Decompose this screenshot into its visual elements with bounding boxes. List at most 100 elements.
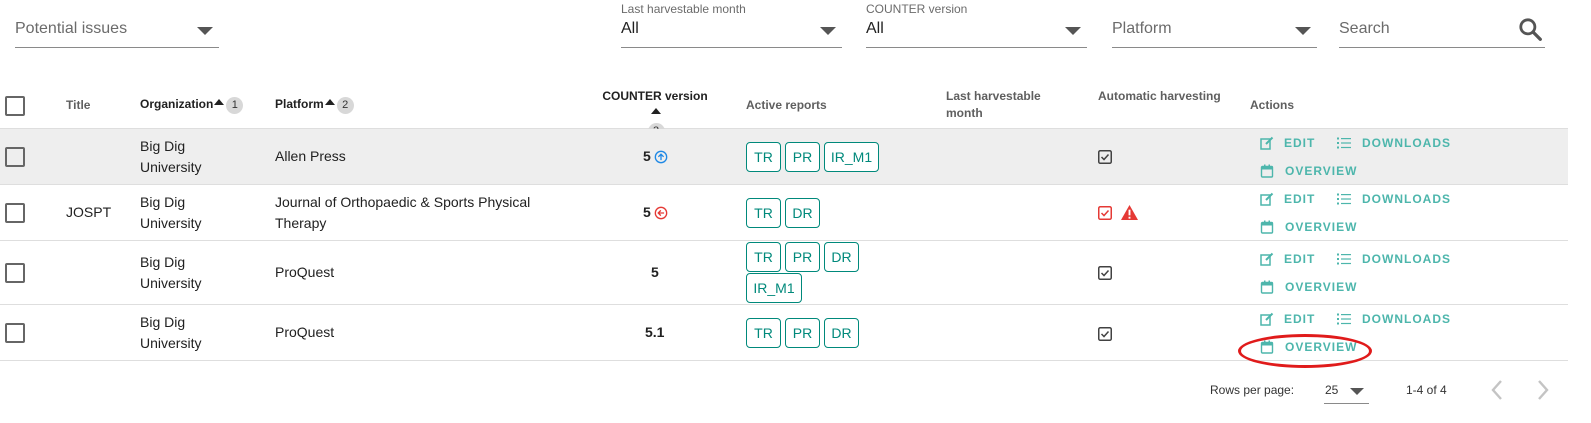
sort-asc-icon xyxy=(214,99,225,105)
list-icon[interactable] xyxy=(1337,312,1351,326)
table-row: JOSPT Big Dig University Journal of Orth… xyxy=(0,185,1568,241)
overview-button[interactable]: OVERVIEW xyxy=(1285,164,1357,178)
header-active-reports: Active reports xyxy=(746,98,827,112)
last-harvestable-month-select[interactable]: Last harvestable month All xyxy=(621,0,842,48)
downloads-button[interactable]: DOWNLOADS xyxy=(1362,312,1451,326)
list-icon[interactable] xyxy=(1337,192,1351,206)
chevron-down-icon xyxy=(1350,388,1364,395)
report-chip-tr[interactable]: TR xyxy=(746,242,781,272)
edit-button[interactable]: EDIT xyxy=(1284,252,1315,266)
org-cell: Big Dig University xyxy=(140,252,201,294)
row-checkbox[interactable] xyxy=(5,323,25,343)
table-header-row: Title Organization 1 Platform 2 COUNTER ve… xyxy=(0,84,1568,140)
chevron-down-icon xyxy=(197,27,213,35)
org-line1: Big Dig xyxy=(140,254,186,270)
search-placeholder: Search xyxy=(1339,20,1390,37)
header-last-harvestable-line1: Last harvestable xyxy=(946,89,1041,103)
header-title[interactable]: Title xyxy=(66,97,90,114)
version-cell: 5.1 xyxy=(645,324,665,340)
report-chip-dr[interactable]: DR xyxy=(824,318,859,348)
platform-cell: ProQuest xyxy=(275,324,335,340)
report-chip-dr[interactable]: DR xyxy=(785,198,820,228)
downloads-button[interactable]: DOWNLOADS xyxy=(1362,252,1451,266)
org-cell: Big Dig University xyxy=(140,192,201,234)
report-chip-pr[interactable]: PR xyxy=(785,318,820,348)
report-chip-tr[interactable]: TR xyxy=(746,142,781,172)
org-cell: Big Dig University xyxy=(140,312,201,354)
overview-button[interactable]: OVERVIEW xyxy=(1285,280,1357,294)
select-all-checkbox[interactable] xyxy=(5,96,25,116)
report-chip-tr[interactable]: TR xyxy=(746,198,781,228)
sort-asc-icon xyxy=(324,99,335,105)
table-row: Big Dig University Allen Press 5 TR PR I… xyxy=(0,129,1568,185)
platform-line2: Therapy xyxy=(275,215,327,231)
header-last-harvestable-month[interactable]: Last harvestable month xyxy=(946,88,1041,122)
list-icon[interactable] xyxy=(1337,252,1351,266)
platform-cell: Journal of Orthopaedic & Sports Physical… xyxy=(275,192,530,234)
list-icon[interactable] xyxy=(1337,136,1351,150)
edit-button[interactable]: EDIT xyxy=(1284,136,1315,150)
overview-button[interactable]: OVERVIEW xyxy=(1285,220,1357,234)
calendar-icon[interactable] xyxy=(1260,164,1274,178)
auto-harvest-check-icon xyxy=(1098,206,1112,220)
chevron-down-icon xyxy=(1295,27,1311,35)
platform-select[interactable]: Platform xyxy=(1112,0,1317,48)
platform-line1: Journal of Orthopaedic & Sports Physical xyxy=(275,194,531,210)
edit-button[interactable]: EDIT xyxy=(1284,312,1315,326)
header-automatic-harvesting[interactable]: Automatic harvesting xyxy=(1098,88,1221,105)
version-cell: 5 xyxy=(643,148,651,164)
row-checkbox[interactable] xyxy=(5,263,25,283)
header-last-harvestable-line2: month xyxy=(946,106,983,120)
header-organization[interactable]: Organization 1 xyxy=(140,96,244,114)
potential-issues-select[interactable]: Potential issues xyxy=(15,0,219,48)
platform-placeholder: Platform xyxy=(1112,20,1172,37)
row-checkbox[interactable] xyxy=(5,203,25,223)
org-line1: Big Dig xyxy=(140,138,186,154)
header-actions: Actions xyxy=(1250,98,1295,112)
warning-icon[interactable] xyxy=(1120,204,1139,221)
search-input[interactable]: Search xyxy=(1339,0,1545,48)
report-chip-tr[interactable]: TR xyxy=(746,318,781,348)
report-chip-ir-m1[interactable]: IR_M1 xyxy=(824,142,879,172)
header-platform-label: Platform xyxy=(275,97,324,111)
org-line1: Big Dig xyxy=(140,314,186,330)
rows-per-page-label: Rows per page: xyxy=(1210,383,1295,397)
header-organization-label: Organization xyxy=(140,97,214,111)
pagination-range: 1-4 of 4 xyxy=(1406,383,1447,397)
chevron-left-icon[interactable] xyxy=(1489,379,1505,401)
header-platform[interactable]: Platform 2 xyxy=(275,96,354,114)
calendar-icon[interactable] xyxy=(1260,280,1274,294)
downloads-button[interactable]: DOWNLOADS xyxy=(1362,136,1451,150)
sort-order-badge: 2 xyxy=(336,97,354,114)
counter-version-select[interactable]: COUNTER version All xyxy=(866,0,1087,48)
annotation-circle xyxy=(1238,334,1372,368)
upgrade-available-icon[interactable] xyxy=(654,150,668,164)
edit-icon[interactable] xyxy=(1260,136,1274,150)
org-cell: Big Dig University xyxy=(140,136,201,178)
version-cell: 5 xyxy=(651,264,659,280)
title-cell: JOSPT xyxy=(66,204,112,220)
calendar-icon[interactable] xyxy=(1260,220,1274,234)
org-line1: Big Dig xyxy=(140,194,186,210)
auto-harvest-check-icon xyxy=(1098,150,1112,164)
report-chip-dr[interactable]: DR xyxy=(824,242,859,272)
auto-harvest-check-icon xyxy=(1098,327,1112,341)
downloads-button[interactable]: DOWNLOADS xyxy=(1362,192,1451,206)
report-chip-ir-m1[interactable]: IR_M1 xyxy=(746,273,802,303)
search-icon[interactable] xyxy=(1517,16,1543,42)
edit-icon[interactable] xyxy=(1260,252,1274,266)
edit-icon[interactable] xyxy=(1260,312,1274,326)
counter-version-label: COUNTER version xyxy=(866,2,968,16)
rows-per-page-select[interactable]: 25 xyxy=(1324,376,1369,404)
report-chip-pr[interactable]: PR xyxy=(785,242,820,272)
sort-asc-icon xyxy=(650,108,661,114)
downgrade-warning-icon[interactable] xyxy=(654,206,668,220)
chevron-right-icon[interactable] xyxy=(1535,379,1551,401)
org-line2: University xyxy=(140,275,202,291)
platform-cell: ProQuest xyxy=(275,264,335,280)
report-chip-pr[interactable]: PR xyxy=(785,142,820,172)
edit-button[interactable]: EDIT xyxy=(1284,192,1315,206)
row-checkbox[interactable] xyxy=(5,147,25,167)
edit-icon[interactable] xyxy=(1260,192,1274,206)
counter-version-value: All xyxy=(866,20,884,37)
